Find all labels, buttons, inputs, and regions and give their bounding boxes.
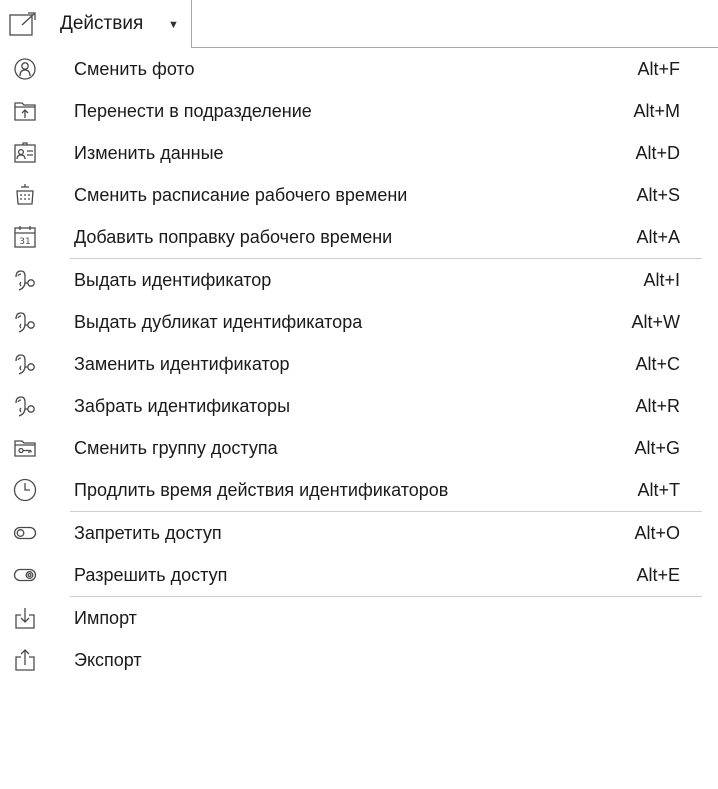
menu-item-change-photo[interactable]: Сменить фото Alt+F [0, 48, 700, 90]
menu-item-label: Выдать идентификатор [74, 270, 272, 290]
menu-item-shortcut: Alt+G [634, 438, 680, 458]
toggle-off-icon [13, 521, 37, 545]
menu-item-deny-access[interactable]: Запретить доступ Alt+O [0, 512, 700, 554]
menu-item-label: Запретить доступ [74, 523, 222, 543]
hand-key-icon [13, 394, 37, 418]
menu-item-change-access-group[interactable]: Сменить группу доступа Alt+G [0, 427, 700, 469]
menu-item-shortcut: Alt+S [636, 185, 680, 205]
menu-item-issue-duplicate-identifier[interactable]: Выдать дубликат идентификатора Alt+W [0, 301, 700, 343]
menu-item-shortcut: Alt+F [637, 59, 680, 79]
menu-header: Действия ▼ [0, 0, 718, 48]
menu-item-shortcut: Alt+C [635, 354, 680, 374]
menu-item-label: Выдать дубликат идентификатора [74, 312, 363, 332]
menu-item-shortcut: Alt+R [635, 396, 680, 416]
chevron-down-icon: ▼ [168, 19, 179, 31]
menu-item-label: Экспорт [74, 650, 142, 670]
hand-key-icon [13, 352, 37, 376]
access-card-icon [13, 436, 37, 460]
actions-menu-label: Действия [60, 13, 144, 34]
menu-item-change-work-schedule[interactable]: Сменить расписание рабочего времени Alt+S [0, 174, 700, 216]
menu-item-import[interactable]: Импорт [0, 597, 700, 639]
menu-item-label: Добавить поправку рабочего времени [74, 227, 393, 247]
external-window-icon [8, 10, 40, 38]
hand-key-icon [13, 310, 37, 334]
hand-key-icon [13, 268, 37, 292]
menu-item-label: Забрать идентификаторы [74, 396, 290, 416]
id-card-icon [13, 141, 37, 165]
menu-item-shortcut: Alt+W [631, 312, 680, 332]
menu-item-shortcut: Alt+D [635, 143, 680, 163]
menu-item-label: Заменить идентификатор [74, 354, 290, 374]
menu-item-shortcut: Alt+O [634, 523, 680, 543]
menu-item-move-to-department[interactable]: Перенести в подразделение Alt+M [0, 90, 700, 132]
menu-item-revoke-identifiers[interactable]: Забрать идентификаторы Alt+R [0, 385, 700, 427]
menu-item-shortcut: Alt+M [633, 101, 680, 121]
menu-item-shortcut: Alt+A [636, 227, 680, 247]
menu-item-extend-identifier-validity[interactable]: Продлить время действия идентификаторов A… [0, 469, 700, 511]
menu-item-label: Импорт [74, 608, 137, 628]
menu-item-label: Перенести в подразделение [74, 101, 312, 121]
actions-menu-button[interactable]: Действия ▼ [0, 0, 192, 48]
face-icon [13, 57, 37, 81]
menu-item-edit-data[interactable]: Изменить данные Alt+D [0, 132, 700, 174]
menu-item-issue-identifier[interactable]: Выдать идентификатор Alt+I [0, 259, 700, 301]
menu-item-allow-access[interactable]: Разрешить доступ Alt+E [0, 554, 700, 596]
menu-item-replace-identifier[interactable]: Заменить идентификатор Alt+C [0, 343, 700, 385]
menu-item-add-work-time-correction[interactable]: 31 Добавить поправку рабочего времени Alt+… [0, 216, 700, 258]
import-icon [13, 606, 37, 630]
clock-icon [13, 478, 37, 502]
toggle-on-icon [13, 563, 37, 587]
calendar-31-icon: 31 [13, 225, 37, 249]
move-folder-icon [13, 99, 37, 123]
menu-item-label: Сменить расписание рабочего времени [74, 185, 408, 205]
actions-dropdown-menu: Сменить фото Alt+F Перенести в подразделен… [0, 48, 718, 681]
menu-item-shortcut: Alt+I [643, 270, 680, 290]
menu-item-shortcut: Alt+E [636, 565, 680, 585]
svg-text:31: 31 [19, 237, 30, 247]
menu-item-export[interactable]: Экспорт [0, 639, 700, 681]
export-icon [13, 648, 37, 672]
menu-item-label: Сменить группу доступа [74, 438, 278, 458]
menu-item-label: Продлить время действия идентификаторов [74, 480, 449, 500]
menu-item-label: Разрешить доступ [74, 565, 228, 585]
menu-item-label: Изменить данные [74, 143, 224, 163]
schedule-icon [13, 183, 37, 207]
menu-item-label: Сменить фото [74, 59, 195, 79]
menu-item-shortcut: Alt+T [637, 480, 680, 500]
